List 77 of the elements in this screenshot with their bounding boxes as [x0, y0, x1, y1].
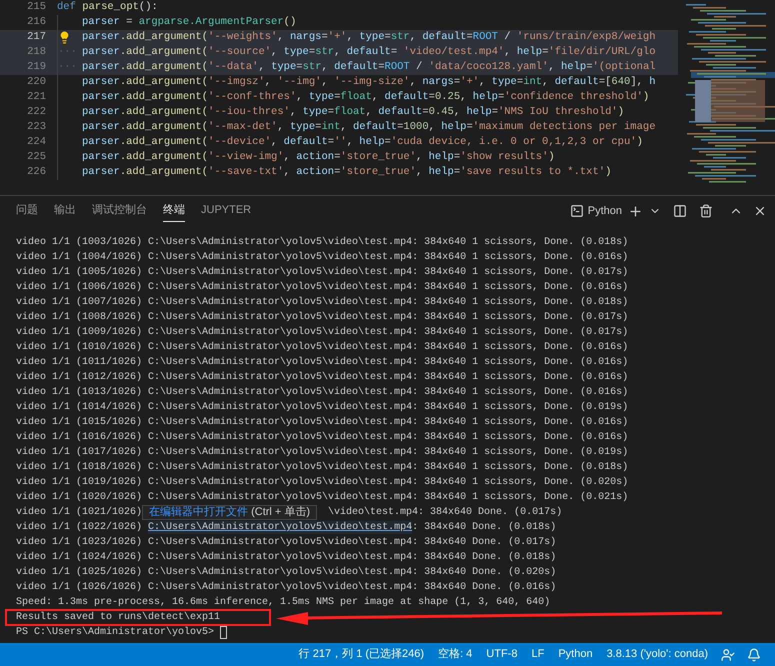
code-line: parser.add_argument('--imgsz', '--img', '--img-size', nargs='+', type=int, default=[640], h: [82, 74, 656, 90]
terminal-text: video 1/1 (1010/1026) C:\Users\Administrator\yolov5\video\test.mp4: 384x640 1 scissors, Done. (0.016s): [16, 342, 628, 354]
terminal-text: video 1/1 (1021/1026): [16, 506, 142, 518]
panel-tab[interactable]: 问题: [16, 200, 38, 222]
terminal-text: video 1/1 (1005/1026) C:\Users\Administrator\yolov5\video\test.mp4: 384x640 1 scissors, Done. (0.017s): [16, 266, 628, 278]
tooltip: 在编辑器中打开文件 (Ctrl + 单击): [142, 505, 318, 520]
code-line: parser.add_argument('--view-img', action='store_true', help='show results'): [82, 150, 555, 165]
terminal-text: video 1/1 (1018/1026) C:\Users\Administrator\yolov5\video\test.mp4: 384x640 1 scissors, Done. (0.018s): [16, 462, 628, 474]
line-number: 226: [26, 164, 47, 180]
status-item[interactable]: 3.8.13 ('yolo': conda): [600, 646, 715, 663]
panel-tab[interactable]: 输出: [54, 200, 76, 222]
status-item[interactable]: Python: [551, 646, 600, 663]
code-line: parser.add_argument('--source', type=str, default= 'video/test.mp4', help='file/dir/URL/glo: [82, 44, 656, 60]
line-number: 221: [26, 90, 47, 105]
terminal-text: video 1/1 (1004/1026) C:\Users\Administrator\yolov5\video\test.mp4: 384x640 1 scissors, Done. (0.016s): [16, 252, 628, 264]
line-number: 216: [26, 14, 47, 30]
line-number: 223: [26, 120, 47, 135]
terminal-text: video 1/1 (1006/1026) C:\Users\Administrator\yolov5\video\test.mp4: 384x640 1 scissors, Done. (0.016s): [16, 282, 628, 294]
terminal-text: PS C:\Users\Administrator\yolov5>: [16, 626, 214, 638]
line-number: 220: [26, 74, 47, 90]
terminal-text: \video\test.mp4: 384x640 Done. (0.017s): [328, 506, 562, 518]
status-item[interactable]: 空格: 4: [431, 646, 480, 663]
line-number: 217: [26, 30, 47, 45]
person-icon[interactable]: [721, 648, 735, 662]
terminal-text: video 1/1 (1014/1026) C:\Users\Administrator\yolov5\video\test.mp4: 384x640 1 scissors, Done. (0.019s): [16, 402, 628, 414]
line-number: 215: [26, 0, 47, 15]
terminal-text: video 1/1 (1003/1026) C:\Users\Administrator\yolov5\video\test.mp4: 384x640 1 scissors, Done. (0.018s): [16, 236, 628, 248]
panel-tab[interactable]: 调试控制台: [92, 200, 147, 222]
terminal-text: video 1/1 (1016/1026) C:\Users\Administrator\yolov5\video\test.mp4: 384x640 1 scissors, Done. (0.016s): [16, 432, 628, 444]
line-number: 219: [26, 60, 47, 75]
terminal-text: video 1/1 (1020/1026) C:\Users\Administrator\yolov5\video\test.mp4: 384x640 1 scissors, Done. (0.021s): [16, 492, 628, 504]
terminal-text: video 1/1 (1008/1026) C:\Users\Administrator\yolov5\video\test.mp4: 384x640 1 scissors, Done. (0.017s): [16, 312, 628, 324]
code-line: def parse_opt():: [57, 0, 158, 15]
close-icon[interactable]: [753, 204, 767, 218]
code-line: parser.add_argument('--device', default='', help='cuda device, i.e. 0 or 0,1,2,3 or cpu'): [82, 134, 643, 150]
panel-tab[interactable]: 终端: [163, 200, 185, 222]
code-line: parser.add_argument('--save-txt', action='store_true', help='save results to *.txt'): [82, 164, 612, 180]
terminal-text: video 1/1 (1012/1026) C:\Users\Administrator\yolov5\video\test.mp4: 384x640 1 scissors, Done. (0.016s): [16, 372, 628, 384]
trash-icon[interactable]: [699, 204, 713, 218]
terminal-text: video 1/1 (1019/1026) C:\Users\Administrator\yolov5\video\test.mp4: 384x640 1 scissors, Done. (0.020s): [16, 476, 628, 488]
terminal-text: video 1/1 (1025/1026) C:\Users\Administrator\yolov5\video\test.mp4: 384x640 Done. (0.020s): [16, 566, 556, 578]
code-line: parser.add_argument('--conf-thres', type=float, default=0.25, help='confidence threshold'): [82, 90, 650, 105]
code-line: parser.add_argument('--max-det', type=int, default=1000, help='maximum detections per image: [82, 120, 656, 135]
line-number: 218: [26, 44, 47, 60]
cursor: [220, 626, 228, 639]
code-line: parser = argparse.ArgumentParser(): [82, 14, 296, 30]
status-item[interactable]: LF: [524, 646, 552, 663]
status-item[interactable]: 行 217，列 1 (已选择246): [292, 646, 432, 663]
terminal-text: Results saved to runs\detect\exp11: [16, 612, 220, 624]
terminal-text: video 1/1 (1024/1026) C:\Users\Administrator\yolov5\video\test.mp4: 384x640 Done. (0.018s): [16, 552, 556, 564]
terminal-text: video 1/1 (1009/1026) C:\Users\Administrator\yolov5\video\test.mp4: 384x640 1 scissors, Done. (0.017s): [16, 326, 628, 338]
split-icon[interactable]: [673, 204, 687, 218]
code-line: parser.add_argument('--weights', nargs='+', type=str, default=ROOT / 'runs/train/exp8/weigh: [82, 30, 656, 45]
terminal-text: video 1/1 (1007/1026) C:\Users\Administrator\yolov5\video\test.mp4: 384x640 1 scissors, Done. (0.018s): [16, 296, 628, 308]
line-number: 222: [26, 104, 47, 120]
terminal-text: video 1/1 (1023/1026) C:\Users\Administrator\yolov5\video\test.mp4: 384x640 Done. (0.017s): [16, 536, 556, 548]
line-number: 224: [26, 134, 47, 150]
whitespace-marker: ···: [58, 44, 77, 60]
terminal-selector[interactable]: Python: [570, 202, 622, 220]
line-number: 225: [26, 150, 47, 165]
bell-icon[interactable]: [747, 648, 761, 662]
terminal-text: video 1/1 (1026/1026) C:\Users\Administrator\yolov5\video\test.mp4: 384x640 Done. (0.016s): [16, 582, 556, 594]
terminal-text: : 384x640 Done. (0.018s): [412, 522, 556, 534]
terminal-text: video 1/1 (1013/1026) C:\Users\Administrator\yolov5\video\test.mp4: 384x640 1 scissors, Done. (0.016s): [16, 386, 628, 398]
terminal-text: video 1/1 (1022/1026): [16, 522, 142, 534]
status-item[interactable]: UTF-8: [479, 646, 524, 663]
plus-icon[interactable]: [628, 204, 643, 218]
terminal-text: video 1/1 (1017/1026) C:\Users\Administrator\yolov5\video\test.mp4: 384x640 1 scissors, Done. (0.019s): [16, 446, 628, 458]
terminal-text: video 1/1 (1011/1026) C:\Users\Administrator\yolov5\video\test.mp4: 384x640 1 scissors, Done. (0.016s): [16, 356, 628, 368]
terminal-text: Speed: 1.3ms pre-process, 16.6ms inference, 1.5ms NMS per image at shape (1, 3, 640, 640): [16, 596, 550, 608]
terminal-icon: [570, 204, 584, 218]
lightbulb-icon[interactable]: [58, 31, 71, 44]
panel-tab[interactable]: JUPYTER: [201, 200, 252, 222]
code-line: parser.add_argument('--iou-thres', type=float, default=0.45, help='NMS IoU threshold'): [82, 104, 624, 120]
code-line: parser.add_argument('--data', type=str, default=ROOT / 'data/coco128.yaml', help='(optional: [82, 60, 656, 75]
terminal-text: video 1/1 (1015/1026) C:\Users\Administrator\yolov5\video\test.mp4: 384x640 1 scissors, Done. (0.016s): [16, 416, 628, 428]
whitespace-marker: ···: [58, 60, 77, 75]
